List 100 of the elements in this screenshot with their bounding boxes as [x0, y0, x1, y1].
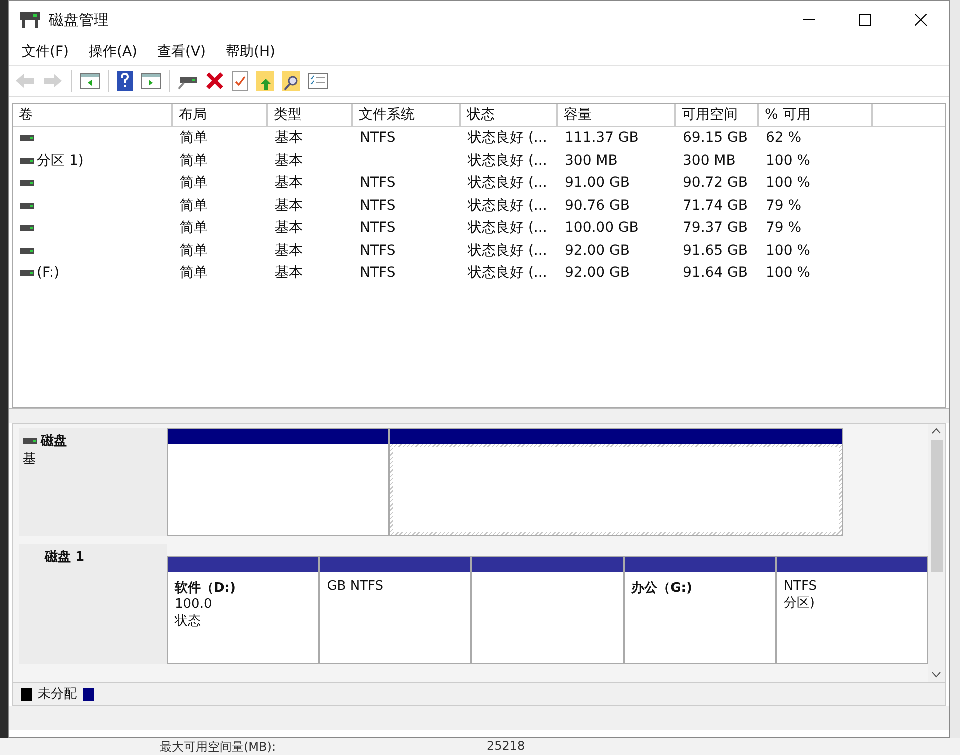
menu-item[interactable]: 文件(F)	[22, 43, 69, 61]
table-cell: 状态良好 (...	[468, 174, 548, 192]
partition-info: 分区)	[784, 595, 816, 612]
table-cell: 状态良好 (...	[468, 219, 548, 238]
table-cell: 基本	[275, 129, 303, 148]
table-cell: NTFS	[360, 175, 396, 192]
partition-block[interactable]	[167, 428, 389, 536]
table-cell: 100 %	[766, 242, 810, 259]
scroll-down-icon[interactable]	[932, 672, 941, 678]
column-header[interactable]: % 可用	[759, 104, 873, 126]
table-cell: 简单	[180, 264, 208, 282]
maximize-icon[interactable]	[859, 14, 871, 26]
menu-item[interactable]: 帮助(H)	[226, 43, 276, 61]
drive-icon	[20, 202, 34, 209]
table-cell: 71.74 GB	[683, 198, 748, 214]
table-cell: 90.72 GB	[683, 175, 748, 192]
menu-item[interactable]: 操作(A)	[88, 43, 138, 61]
table-cell: 100.00 GB	[565, 220, 639, 236]
table-cell: 90.76 GB	[565, 198, 630, 214]
partition-info: GB NTFS	[327, 579, 384, 594]
properties-list-icon[interactable]	[308, 72, 328, 90]
column-header[interactable]: 卷	[13, 104, 173, 126]
table-cell: 100 %	[766, 175, 810, 192]
partition-name: 软件（D:)	[175, 580, 237, 597]
partition-info: NTFS	[784, 579, 818, 594]
drive-icon	[20, 270, 34, 276]
checklist-icon[interactable]	[232, 71, 248, 91]
window-panel-icon[interactable]	[80, 72, 100, 90]
folder-up-icon[interactable]	[256, 71, 274, 91]
table-cell: 简单	[180, 174, 208, 192]
table-cell: 100 %	[766, 152, 810, 169]
partition-name: 办公（G:)	[632, 580, 694, 597]
table-cell: 300 MB	[683, 152, 736, 169]
drive-icon	[20, 135, 34, 142]
delete-icon[interactable]	[206, 72, 224, 90]
folder-search-icon[interactable]	[282, 71, 300, 91]
table-cell: 基本	[275, 152, 303, 170]
partition-block[interactable]: 软件（D:) 100.0 状态	[167, 556, 320, 664]
table-cell: 79 %	[766, 198, 802, 214]
menu-item[interactable]: 查看(V)	[158, 43, 206, 61]
table-cell: NTFS	[360, 220, 396, 236]
table-cell: 状态良好 (...	[468, 242, 548, 260]
table-cell: 62 %	[766, 130, 802, 146]
disk-label: 磁盘	[41, 433, 67, 450]
window-title: 磁盘管理	[49, 10, 109, 30]
table-cell: 91.64 GB	[683, 265, 748, 282]
drive-icon	[20, 225, 34, 232]
column-header[interactable]: 文件系统	[353, 104, 461, 126]
table-cell: 状态良好 (...	[468, 129, 548, 148]
partition-block[interactable]: 办公（G:)	[624, 556, 776, 664]
partition-info: 100.0	[175, 597, 214, 612]
table-cell: 状态良好 (...	[468, 264, 548, 282]
table-cell: 79.37 GB	[683, 220, 748, 236]
column-header[interactable]: 状态	[461, 104, 558, 126]
table-cell: 79 %	[766, 220, 802, 236]
column-header[interactable]: 类型	[268, 104, 353, 126]
table-cell: 300 MB	[565, 152, 618, 169]
table-cell: 100 %	[766, 265, 810, 282]
table-cell: 69.15 GB	[683, 130, 748, 146]
table-cell: 状态良好 (...	[468, 196, 548, 215]
partition-info: 状态	[175, 613, 202, 630]
disk-type: 基	[23, 451, 37, 468]
table-cell: 简单	[180, 219, 208, 238]
column-header[interactable]: 布局	[173, 104, 268, 126]
column-header[interactable]: 可用空间	[676, 104, 759, 126]
table-cell: 基本	[275, 174, 303, 192]
table-cell: 基本	[275, 219, 303, 238]
partition-block[interactable]	[389, 428, 843, 536]
legend-label: 未分配	[38, 686, 77, 703]
partition-block[interactable]: NTFS 分区)	[776, 556, 928, 664]
help-icon[interactable]	[117, 71, 133, 91]
table-cell: 111.37 GB	[565, 130, 639, 146]
table-cell: 91.00 GB	[565, 175, 630, 192]
table-cell: 基本	[275, 242, 303, 260]
table-cell: 92.00 GB	[565, 242, 630, 259]
table-cell: NTFS	[360, 130, 396, 146]
partition-block[interactable]: GB NTFS	[319, 556, 472, 664]
volume-name: (F:)	[37, 265, 60, 282]
table-cell: NTFS	[360, 198, 396, 214]
close-icon[interactable]	[915, 14, 927, 26]
scrollbar[interactable]	[928, 424, 945, 682]
table-cell: 简单	[180, 242, 208, 260]
disk-label: 磁盘 1	[44, 550, 85, 565]
table-cell: 状态良好 (...	[468, 152, 548, 170]
background-label: 最大可用空间量(MB):	[160, 739, 276, 755]
background-value: 25218	[487, 739, 526, 753]
table-cell: NTFS	[360, 265, 396, 282]
table-cell: 92.00 GB	[565, 265, 630, 282]
table-cell: 91.65 GB	[683, 242, 748, 259]
drive-icon	[20, 180, 34, 186]
volume-name: 分区 1)	[37, 152, 84, 170]
drive-icon	[20, 158, 34, 164]
table-cell: 基本	[275, 264, 303, 282]
scroll-up-icon[interactable]	[932, 428, 941, 434]
column-header[interactable]: 容量	[558, 104, 676, 126]
drive-icon	[20, 248, 34, 254]
window-panel-icon[interactable]	[141, 72, 161, 90]
table-cell: 基本	[275, 196, 303, 215]
table-cell: 简单	[180, 152, 208, 170]
partition-block[interactable]	[471, 556, 624, 664]
